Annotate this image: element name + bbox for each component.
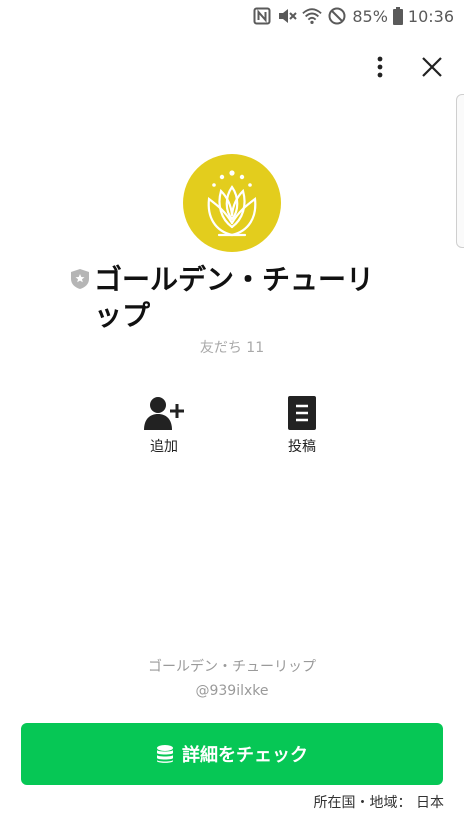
more-options-button[interactable] [365,52,395,82]
close-button[interactable] [417,52,447,82]
profile-name-block: ゴールデン・チューリップ [40,262,424,334]
more-vertical-icon [377,56,383,78]
add-friend-label: 追加 [150,439,178,455]
post-label: 投稿 [288,439,316,455]
account-name: ゴールデン・チューリップ [148,659,316,675]
verified-shield-icon [71,269,89,289]
status-bar: 85% 10:36 [0,0,464,34]
account-id: @939ilxke [195,683,269,699]
add-friend-button[interactable]: 追加 [124,393,204,456]
add-friend-icon [144,397,184,430]
do-not-disturb-icon [327,6,347,26]
battery-percent: 85% [352,6,388,26]
close-icon [422,57,442,77]
post-button[interactable]: 投稿 [262,393,342,456]
status-icons: 85% 10:36 [252,5,454,27]
country-info: 所在国・地域： 日本 [313,795,444,811]
check-details-label: 詳細をチェック [182,745,308,766]
profile-name: ゴールデン・チューリップ [94,263,375,332]
tulip-logo [207,170,257,237]
check-details-button[interactable]: 詳細をチェック [21,723,443,785]
edge-panel-handle[interactable] [456,94,464,248]
coins-icon [157,745,173,763]
profile-avatar[interactable] [183,154,281,252]
mute-icon [277,6,298,26]
wifi-icon [302,6,323,26]
clock: 10:36 [407,6,454,26]
post-icon [288,396,316,430]
nfc-icon [252,6,272,26]
friends-count: 友だち 11 [199,340,265,356]
battery-icon [392,6,403,26]
